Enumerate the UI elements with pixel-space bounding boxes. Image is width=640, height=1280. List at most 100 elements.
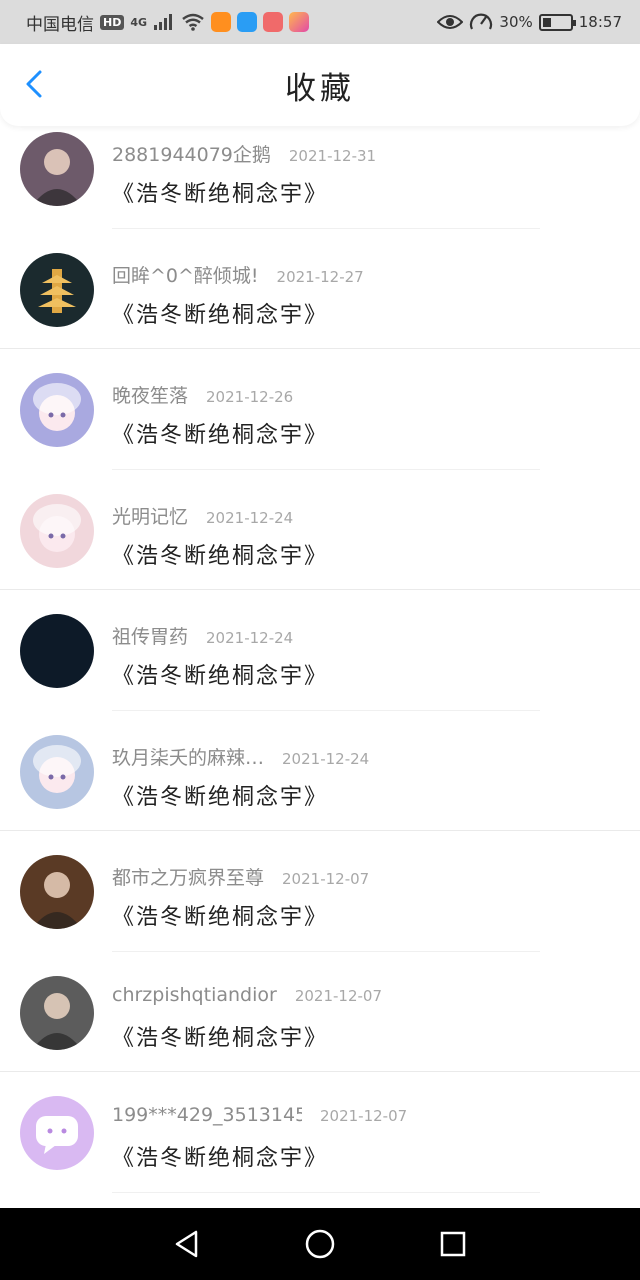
divider [112,709,540,711]
date: 2021-12-07 [294,986,382,1005]
favorite-row[interactable]: 祖传胃药 2021-12-24 《浩冬断绝桐念宇》 [0,608,640,729]
page-title: 收藏 [285,70,355,107]
nav-back-button[interactable] [167,1224,207,1264]
date: 2021-12-24 [206,508,294,527]
divider [112,468,540,470]
store-app-icon [289,12,310,32]
divider [0,589,640,590]
work-title[interactable]: 《浩冬断绝桐念宇》 [112,1140,328,1172]
username[interactable]: 2881944079企鹅 [112,140,271,167]
work-title[interactable]: 《浩冬断绝桐念宇》 [112,417,328,449]
favorite-row[interactable]: 都市之万疯界至尊 2021-12-07 《浩冬断绝桐念宇》 [0,849,640,970]
wifi-icon [182,13,204,31]
work-title[interactable]: 《浩冬断绝桐念宇》 [112,297,328,329]
person-photo-icon [32,872,82,929]
battery-fill [542,17,551,27]
row-meta: chrzpishqtiandior 2021-12-07 [112,984,382,1006]
username[interactable]: chrzpishqtiandior [112,984,277,1006]
work-title[interactable]: 《浩冬断绝桐念宇》 [112,779,328,811]
username[interactable]: 都市之万疯界至尊 [112,863,264,890]
person-photo-icon [32,992,82,1050]
hd-icon: HD [100,14,125,30]
chevron-left-icon [26,70,42,98]
speedometer-icon [470,13,493,30]
row-meta: 199***429_3513145… 2021-12-07 [112,1104,407,1126]
person-photo-icon [32,149,82,206]
search-app-icon [237,12,258,32]
username[interactable]: 祖传胃药 [112,622,188,649]
row-meta: 回眸^0^醉倾城! 2021-12-27 [112,261,364,288]
anime-girl-icon [33,503,81,552]
gift-app-icon [263,12,284,32]
username[interactable]: 玖月柒夭的麻辣… [112,743,264,770]
username[interactable]: 回眸^0^醉倾城! [112,261,259,288]
chat-bubble-icon [36,1116,78,1154]
video-app-icon [211,12,232,32]
date: 2021-12-07 [282,870,370,888]
nav-home-button[interactable] [300,1224,340,1264]
favorite-row[interactable]: 199***429_3513145… 2021-12-07 《浩冬断绝桐念宇》 [0,1090,640,1211]
signal-icon [154,14,173,30]
back-button[interactable] [18,66,54,102]
favorite-row[interactable]: 2881944079企鹅 2021-12-31 《浩冬断绝桐念宇》 [0,126,640,247]
clock: 18:57 [578,13,622,31]
status-left: 中国电信 HD 4G [26,10,310,35]
work-title[interactable]: 《浩冬断绝桐念宇》 [112,899,328,931]
row-meta: 玖月柒夭的麻辣… 2021-12-24 [112,743,369,770]
row-meta: 光明记忆 2021-12-24 [112,502,293,529]
anime-girl-icon [33,383,81,431]
pagoda-icon [38,268,76,313]
photo-avatar-icon[interactable] [20,855,94,929]
circle-home-icon [305,1229,335,1259]
favorite-row[interactable]: 回眸^0^醉倾城! 2021-12-27 《浩冬断绝桐念宇》 [0,247,640,368]
date: 2021-12-31 [288,147,377,165]
divider [0,1071,640,1072]
anime-girl-avatar-icon[interactable] [20,734,94,809]
photo-avatar-icon[interactable] [20,132,94,206]
work-title[interactable]: 《浩冬断绝桐念宇》 [112,658,328,690]
username[interactable]: 晚夜笙落 [112,381,188,408]
favorite-row[interactable]: 玖月柒夭的麻辣… 2021-12-24 《浩冬断绝桐念宇》 [0,729,640,850]
work-title[interactable]: 《浩冬断绝桐念宇》 [112,176,328,208]
row-meta: 晚夜笙落 2021-12-26 [112,381,293,408]
carrier-label: 中国电信 [26,14,94,35]
divider [0,348,640,349]
network-type: 4G [130,15,148,29]
work-title[interactable]: 《浩冬断绝桐念宇》 [112,538,328,570]
username[interactable]: 光明记忆 [112,502,188,529]
divider [112,950,540,952]
work-title[interactable]: 《浩冬断绝桐念宇》 [112,1020,328,1052]
chat-bubble-avatar-icon[interactable] [20,1096,94,1170]
battery-icon [538,13,576,31]
date: 2021-12-24 [206,629,294,647]
favorite-row[interactable]: 光明记忆 2021-12-24 《浩冬断绝桐念宇》 [0,488,640,609]
date: 2021-12-24 [282,749,370,768]
header-bar: 收藏 [0,44,640,126]
anime-girl-icon [33,744,81,793]
anime-girl-avatar-icon[interactable] [20,373,94,447]
photo-avatar-icon[interactable] [20,975,94,1050]
favorite-row[interactable]: chrzpishqtiandior 2021-12-07 《浩冬断绝桐念宇》 [0,970,640,1091]
anime-girl-avatar-icon[interactable] [20,493,94,568]
nav-recents-button[interactable] [433,1224,473,1264]
status-right: 30% 18:57 [437,12,622,32]
row-meta: 2881944079企鹅 2021-12-31 [112,140,376,167]
row-meta: 祖传胃药 2021-12-24 [112,622,293,649]
triangle-back-icon [175,1230,197,1258]
divider [0,830,640,831]
favorite-row[interactable]: 晚夜笙落 2021-12-26 《浩冬断绝桐念宇》 [0,367,640,488]
eye-icon [437,15,464,29]
system-nav-bar [0,1208,640,1280]
date: 2021-12-07 [320,1107,408,1125]
username[interactable]: 199***429_3513145… [112,1104,302,1126]
divider [112,227,540,229]
dark-avatar-icon[interactable] [20,614,94,688]
battery-percent: 30% [499,13,533,31]
divider [112,1191,540,1193]
favorites-list: 2881944079企鹅 2021-12-31 《浩冬断绝桐念宇》 回眸^0^醉倾城!… [0,126,640,1211]
square-recents-icon [441,1231,466,1257]
date: 2021-12-26 [206,388,294,406]
status-bar: 中国电信 HD 4G 30% 18:57 [0,0,640,44]
pagoda-night-avatar-icon[interactable] [20,252,94,327]
row-meta: 都市之万疯界至尊 2021-12-07 [112,863,369,890]
